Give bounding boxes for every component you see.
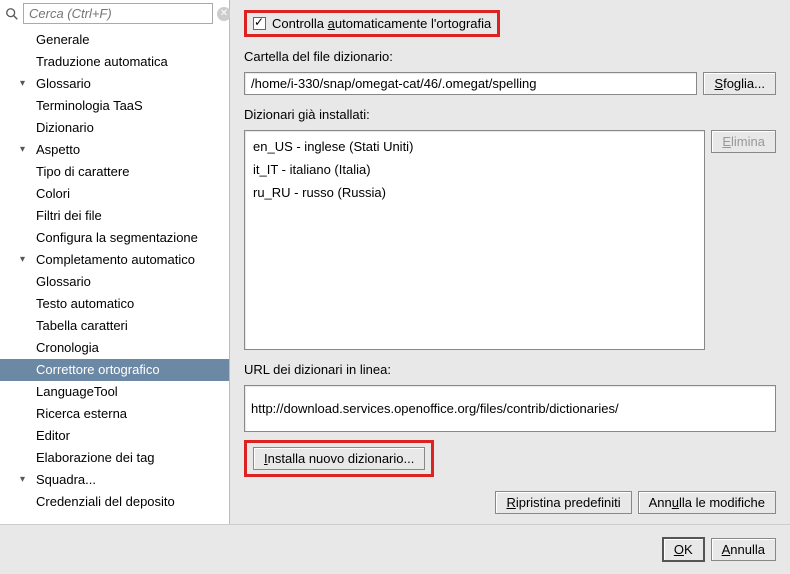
tree-item-15[interactable]: Correttore ortografico [0, 359, 229, 381]
install-highlight: Installa nuovo dizionario... [244, 440, 434, 477]
browse-button[interactable]: Sfoglia... [703, 72, 776, 95]
auto-check-checkbox[interactable] [253, 17, 266, 30]
tree-item-0[interactable]: Generale [0, 29, 229, 51]
tree-item-2[interactable]: Glossario [0, 73, 229, 95]
sidebar: ✕ GeneraleTraduzione automaticaGlossario… [0, 0, 230, 524]
dialog-footer: OK Annulla [0, 524, 790, 574]
search-icon [5, 7, 19, 21]
tree-item-5[interactable]: Aspetto [0, 139, 229, 161]
search-input[interactable] [23, 3, 213, 24]
main-panel: Controlla automaticamente l'ortografia C… [230, 0, 790, 524]
tree-item-21[interactable]: Credenziali del deposito [0, 491, 229, 513]
tree-item-13[interactable]: Tabella caratteri [0, 315, 229, 337]
install-button[interactable]: Installa nuovo dizionario... [253, 447, 425, 470]
tree-item-12[interactable]: Testo automatico [0, 293, 229, 315]
tree-item-6[interactable]: Tipo di carattere [0, 161, 229, 183]
folder-input[interactable] [244, 72, 697, 95]
clear-search-icon[interactable]: ✕ [217, 7, 231, 21]
url-input[interactable] [244, 385, 776, 432]
cancel-button[interactable]: Annulla [711, 538, 776, 561]
undo-changes-button[interactable]: Annulla le modifiche [638, 491, 776, 514]
installed-listbox[interactable]: en_US - inglese (Stati Uniti)it_IT - ita… [244, 130, 705, 350]
search-row: ✕ [0, 0, 229, 27]
tree-item-7[interactable]: Colori [0, 183, 229, 205]
tree-item-9[interactable]: Configura la segmentazione [0, 227, 229, 249]
auto-check-label: Controlla automaticamente l'ortografia [272, 16, 491, 31]
url-label: URL dei dizionari in linea: [244, 362, 776, 377]
tree-item-19[interactable]: Elaborazione dei tag [0, 447, 229, 469]
installed-label: Dizionari già installati: [244, 107, 776, 122]
tree-item-11[interactable]: Glossario [0, 271, 229, 293]
restore-defaults-button[interactable]: Ripristina predefiniti [495, 491, 631, 514]
tree-item-4[interactable]: Dizionario [0, 117, 229, 139]
tree-item-18[interactable]: Editor [0, 425, 229, 447]
tree-item-16[interactable]: LanguageTool [0, 381, 229, 403]
folder-label: Cartella del file dizionario: [244, 49, 776, 64]
tree-item-20[interactable]: Squadra... [0, 469, 229, 491]
tree-item-17[interactable]: Ricerca esterna [0, 403, 229, 425]
nav-tree: GeneraleTraduzione automaticaGlossarioTe… [0, 27, 229, 524]
delete-button[interactable]: Elimina [711, 130, 776, 153]
auto-check-highlight: Controlla automaticamente l'ortografia [244, 10, 500, 37]
tree-item-10[interactable]: Completamento automatico [0, 249, 229, 271]
tree-item-8[interactable]: Filtri dei file [0, 205, 229, 227]
tree-item-1[interactable]: Traduzione automatica [0, 51, 229, 73]
list-item[interactable]: ru_RU - russo (Russia) [253, 181, 696, 204]
list-item[interactable]: en_US - inglese (Stati Uniti) [253, 135, 696, 158]
tree-item-14[interactable]: Cronologia [0, 337, 229, 359]
list-item[interactable]: it_IT - italiano (Italia) [253, 158, 696, 181]
ok-button[interactable]: OK [662, 537, 705, 562]
tree-item-3[interactable]: Terminologia TaaS [0, 95, 229, 117]
